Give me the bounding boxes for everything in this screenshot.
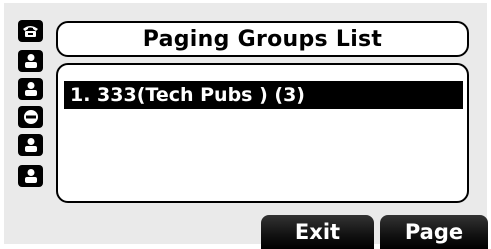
page-softkey-label: Page bbox=[404, 220, 464, 244]
line-key-2[interactable] bbox=[18, 50, 43, 72]
title-bar: Paging Groups List bbox=[56, 21, 469, 57]
exit-softkey[interactable]: Exit bbox=[261, 215, 374, 249]
phone-screen: Paging Groups List 1. 333(Tech Pubs ) (3… bbox=[4, 3, 488, 249]
line-key-6[interactable] bbox=[18, 165, 43, 187]
page-title: Paging Groups List bbox=[142, 26, 383, 52]
person-icon bbox=[24, 138, 37, 152]
list-item-label: 1. 333(Tech Pubs ) (3) bbox=[70, 84, 305, 106]
paging-groups-list: 1. 333(Tech Pubs ) (3) bbox=[56, 63, 469, 203]
line-key-3[interactable] bbox=[18, 78, 43, 100]
person-icon bbox=[24, 54, 37, 68]
person-icon bbox=[24, 169, 37, 183]
phone-handset-icon bbox=[23, 26, 38, 37]
line-key-1[interactable] bbox=[18, 20, 43, 42]
page-softkey[interactable]: Page bbox=[380, 215, 488, 249]
list-item[interactable]: 1. 333(Tech Pubs ) (3) bbox=[64, 81, 463, 109]
line-key-4[interactable] bbox=[18, 106, 43, 128]
line-key-5[interactable] bbox=[18, 134, 43, 156]
person-icon bbox=[24, 82, 37, 96]
exit-softkey-label: Exit bbox=[294, 220, 341, 244]
do-not-disturb-icon bbox=[23, 110, 38, 124]
